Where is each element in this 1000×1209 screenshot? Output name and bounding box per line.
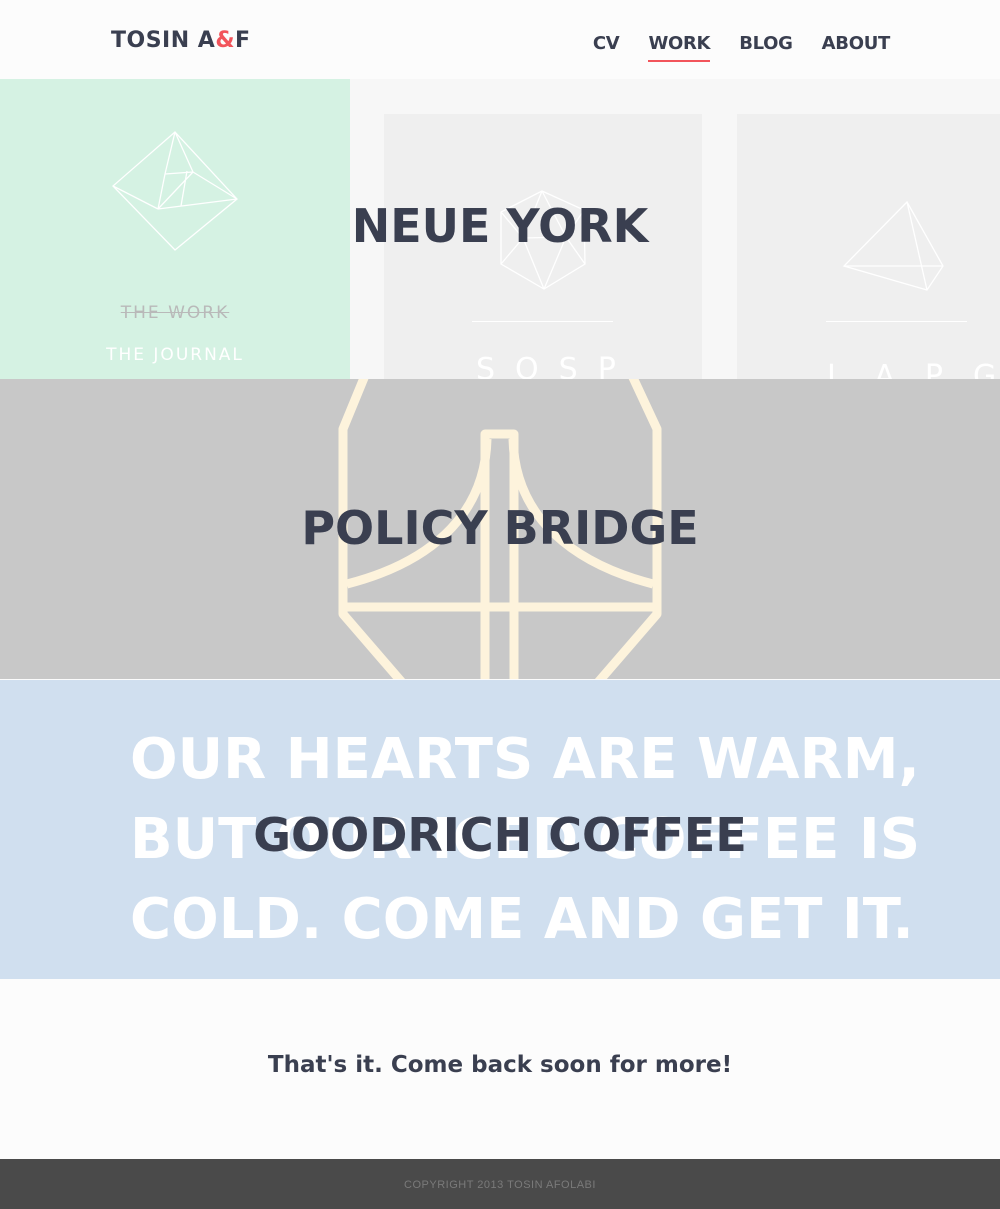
policy-bridge-title[interactable]: POLICY BRIDGE [0,501,1000,555]
lapg-letters: LAPG [827,359,996,379]
lapg-divider [826,321,967,322]
neue-york-title[interactable]: NEUE YORK [0,199,1000,253]
main-nav: CV WORK BLOG ABOUT [593,33,891,62]
goodrich-coffee-title[interactable]: GOODRICH COFFEE [0,808,1000,862]
site-logo[interactable]: TOSIN A&F [111,28,251,53]
nav-item-work[interactable]: WORK [648,33,711,62]
nav-item-about[interactable]: ABOUT [822,33,891,60]
site-header: TOSIN A&F CV WORK BLOG ABOUT [0,0,1000,80]
project-neue-york[interactable]: THE WORK THE JOURNAL SQSP LAP NEUE YORK [0,79,1000,379]
nav-item-cv[interactable]: CV [593,33,620,60]
the-work-label: THE WORK [120,303,230,323]
end-message: That's it. Come back soon for more! [267,1052,733,1078]
project-policy-bridge[interactable]: POLICY BRIDGE [0,379,1000,679]
sqsp-letters: SQSP [476,352,636,379]
the-journal-label: THE JOURNAL [106,345,244,365]
site-footer: COPYRIGHT 2013 TOSIN AFOLABI [0,1159,1000,1209]
logo-end-text: F [235,28,251,53]
coffee-tagline-line-1: OUR HEARTS ARE WARM, [130,727,920,792]
sqsp-divider [472,321,613,322]
project-goodrich-coffee[interactable]: OUR HEARTS ARE WARM, BUT OUR ICED COFFEE… [0,680,1000,979]
coffee-tagline-line-3: COLD. COME AND GET IT. [130,887,914,952]
nav-item-blog[interactable]: BLOG [739,33,793,60]
logo-main-text: TOSIN A [111,28,216,53]
logo-ampersand: & [215,28,236,53]
copyright-text: COPYRIGHT 2013 TOSIN AFOLABI [404,1179,596,1191]
